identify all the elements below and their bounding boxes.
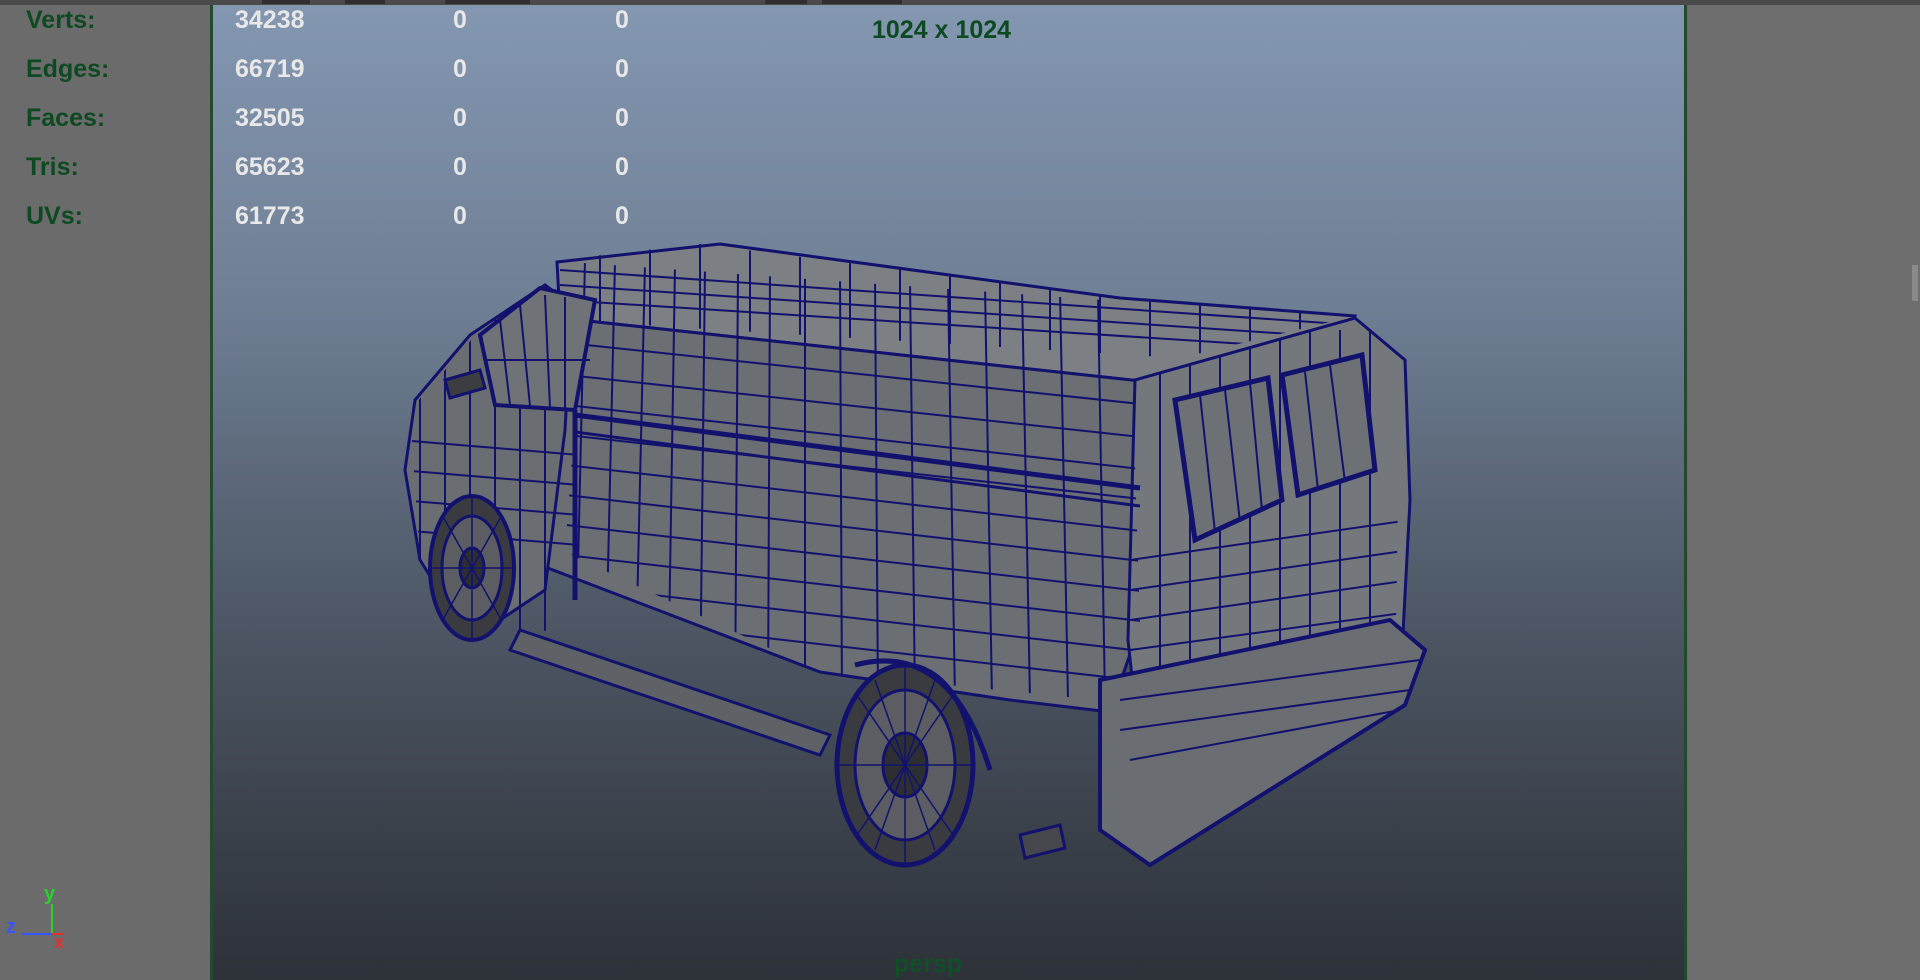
windshield <box>477 285 598 413</box>
axis-gizmo: y z x <box>6 883 64 950</box>
hud-value: 66719 <box>235 55 305 83</box>
axis-y-label: y <box>44 883 56 905</box>
van-side <box>538 316 1152 714</box>
resolution-gate-label: 1024 x 1024 <box>872 16 1012 44</box>
hud-value: 0 <box>615 153 629 181</box>
hud-value: 61773 <box>235 202 305 230</box>
hud-label-verts: Verts: <box>26 6 96 34</box>
hud-label-tris: Tris: <box>26 153 79 181</box>
axis-x-label: x <box>54 932 64 950</box>
hud-value: 0 <box>453 202 467 230</box>
rear-window-right <box>1279 351 1378 499</box>
exhaust-pipe <box>1018 823 1067 860</box>
hud-label-faces: Faces: <box>26 104 106 132</box>
hud-value: 0 <box>615 6 629 34</box>
hud-value: 0 <box>453 6 467 34</box>
hud-label-uvs: UVs: <box>26 202 83 230</box>
van-wireframe-model[interactable] <box>0 0 1920 980</box>
hud-value: 0 <box>453 55 467 83</box>
hud-value: 0 <box>453 104 467 132</box>
hud-value: 0 <box>615 202 629 230</box>
front-wheel <box>428 494 516 642</box>
hud-value: 0 <box>453 153 467 181</box>
hud-value: 65623 <box>235 153 305 181</box>
hud-value: 32505 <box>235 104 305 132</box>
hud-value: 0 <box>615 104 629 132</box>
hud-label-edges: Edges: <box>26 55 110 83</box>
axis-z-label: z <box>6 916 16 938</box>
hud-value: 0 <box>615 55 629 83</box>
hud-value: 34238 <box>235 6 305 34</box>
camera-name-label: persp <box>894 950 963 978</box>
